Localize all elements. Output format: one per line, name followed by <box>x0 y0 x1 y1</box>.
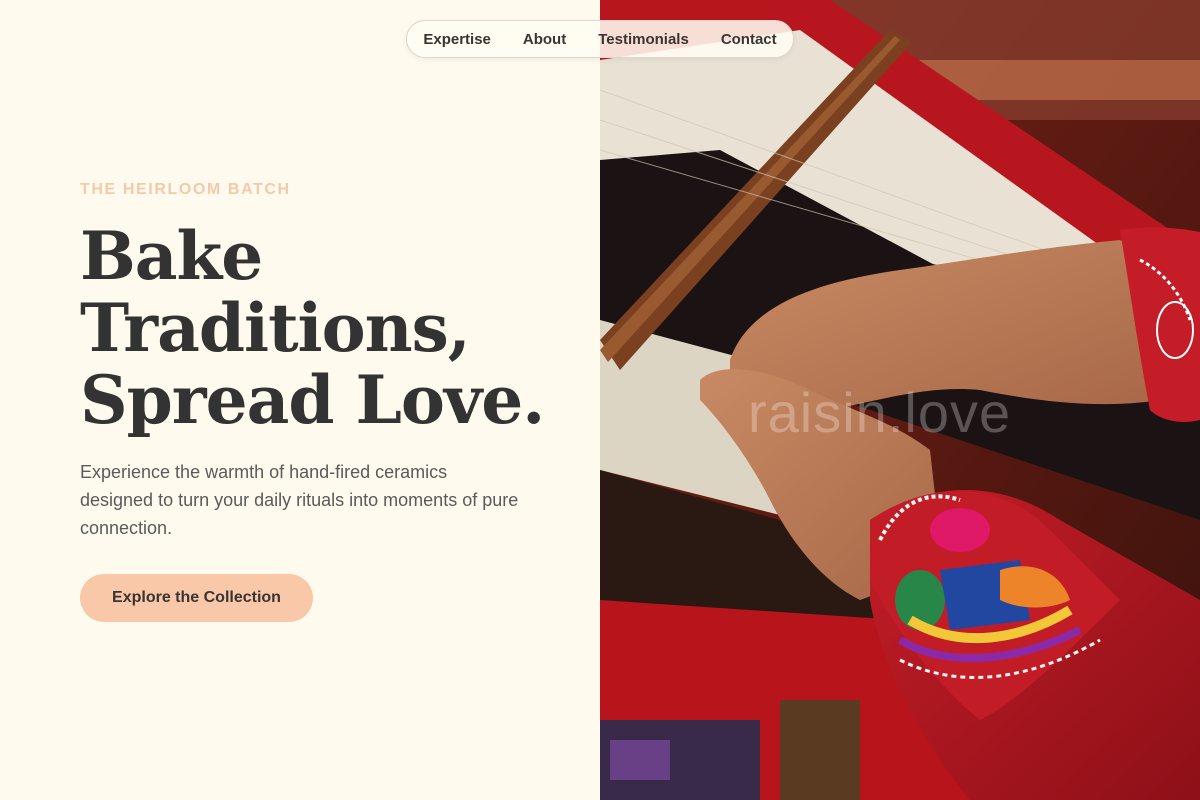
hero-left-panel: THE HEIRLOOM BATCH Bake Traditions, Spre… <box>0 0 600 800</box>
headline-line: Spread Love. <box>80 361 545 439</box>
top-nav: Expertise About Testimonials Contact <box>406 20 794 58</box>
nav-item-expertise[interactable]: Expertise <box>407 31 507 48</box>
headline-line: Bake <box>80 217 263 295</box>
hero-description: Experience the warmth of hand-fired cera… <box>80 462 519 538</box>
nav-item-about[interactable]: About <box>507 31 582 48</box>
hero-headline: Bake Traditions, Spread Love. <box>80 220 580 436</box>
nav-item-contact[interactable]: Contact <box>705 31 793 48</box>
hero-eyebrow: THE HEIRLOOM BATCH <box>80 181 291 198</box>
watermark-text: raisin.love <box>748 381 1012 444</box>
explore-collection-button[interactable]: Explore the Collection <box>80 574 313 622</box>
nav-item-testimonials[interactable]: Testimonials <box>582 31 705 48</box>
headline-line: Traditions, <box>80 289 471 367</box>
